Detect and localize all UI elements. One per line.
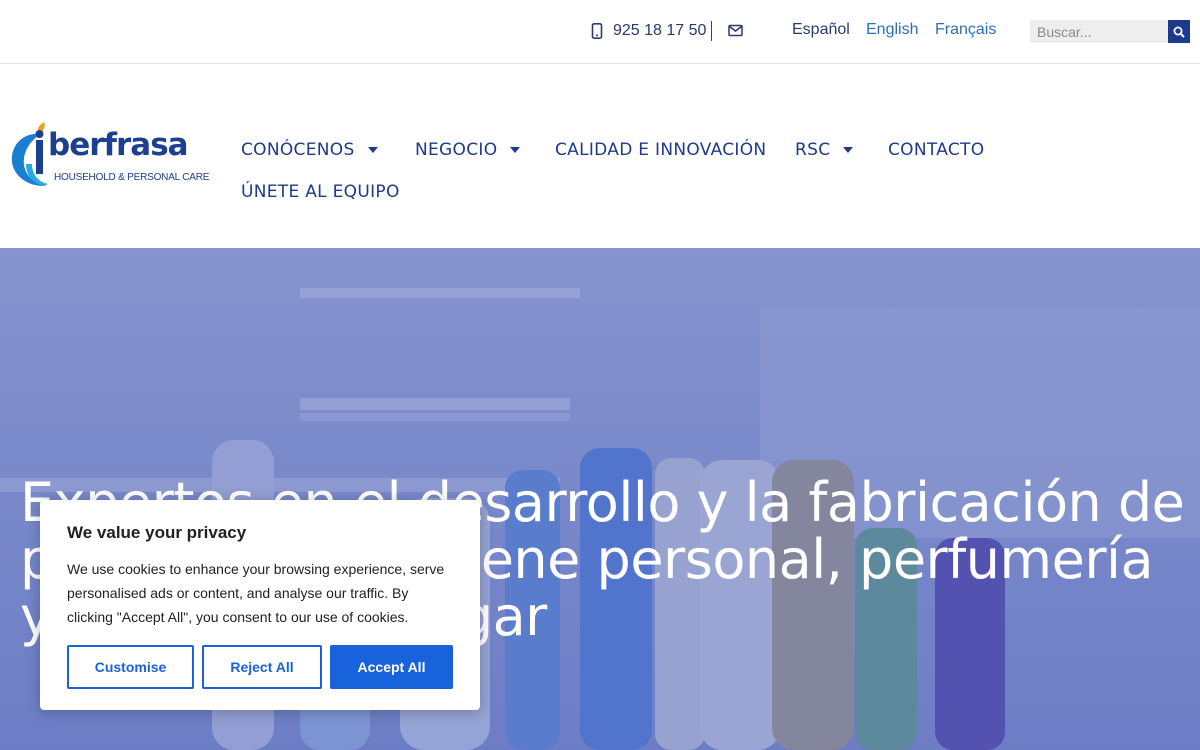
nav-item-rsc[interactable]: RSC <box>795 140 854 160</box>
nav-label: ÚNETE AL EQUIPO <box>241 182 400 202</box>
cookie-consent-dialog: We value your privacy We use cookies to … <box>40 500 480 710</box>
nav-item-contacto[interactable]: CONTACTO <box>888 140 984 160</box>
mobile-phone-icon <box>591 23 603 39</box>
nav-item-negocio[interactable]: NEGOCIO <box>415 140 521 160</box>
top-bar: 925 18 17 50 Español English Français <box>0 0 1200 64</box>
nav-item-calidad[interactable]: CALIDAD E INNOVACIÓN <box>555 140 766 160</box>
caret-down-icon <box>510 147 521 153</box>
nav-item-unete[interactable]: ÚNETE AL EQUIPO <box>241 182 400 202</box>
search-icon <box>1173 26 1185 38</box>
language-english-link[interactable]: English <box>866 21 918 39</box>
nav-label: CONÓCENOS <box>241 140 355 160</box>
language-spanish-link[interactable]: Español <box>792 21 850 39</box>
logo-wordmark: berfrasa <box>48 127 189 163</box>
search-input[interactable] <box>1030 20 1168 43</box>
nav-label: CALIDAD E INNOVACIÓN <box>555 140 767 160</box>
nav-item-conocenos[interactable]: CONÓCENOS <box>241 140 379 160</box>
cookie-description: We use cookies to enhance your browsing … <box>67 561 445 625</box>
caret-down-icon <box>367 147 378 153</box>
phone-number: 925 18 17 50 <box>613 22 707 39</box>
divider <box>711 21 712 41</box>
nav-label: RSC <box>795 140 831 160</box>
reject-all-button[interactable]: Reject All <box>202 645 322 689</box>
logo[interactable]: berfrasa HOUSEHOLD & PERSONAL CARE <box>10 120 210 192</box>
nav-label: CONTACTO <box>888 140 985 160</box>
cookie-title: We value your privacy <box>67 523 247 542</box>
language-french-link[interactable]: Français <box>935 21 996 39</box>
phone-link[interactable]: 925 18 17 50 <box>591 19 706 43</box>
nav-label: NEGOCIO <box>415 140 498 160</box>
search-button[interactable] <box>1168 20 1190 43</box>
search-form <box>1030 20 1190 43</box>
main-header: berfrasa HOUSEHOLD & PERSONAL CARE CONÓC… <box>0 64 1200 248</box>
caret-down-icon <box>843 147 854 153</box>
customise-button[interactable]: Customise <box>67 645 194 689</box>
envelope-icon[interactable] <box>728 24 743 37</box>
logo-subtitle: HOUSEHOLD & PERSONAL CARE <box>54 172 210 183</box>
accept-all-button[interactable]: Accept All <box>330 645 453 689</box>
